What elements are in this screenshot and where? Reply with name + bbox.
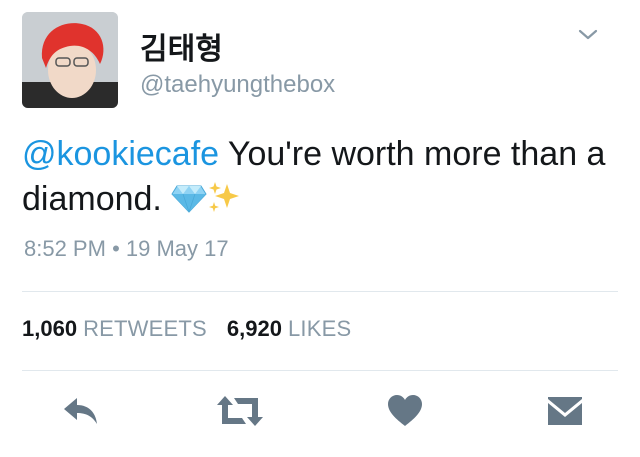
avatar[interactable] bbox=[22, 12, 118, 108]
divider bbox=[22, 370, 618, 371]
tweet-date: 19 May 17 bbox=[125, 236, 229, 261]
retweets-count: 1,060 bbox=[22, 316, 78, 341]
timestamp[interactable]: 8:52 PM • 19 May 17 bbox=[24, 236, 229, 262]
like-icon[interactable] bbox=[386, 394, 424, 433]
retweets-stat[interactable]: 1,060 RETWEETS bbox=[22, 316, 207, 341]
likes-count: 6,920 bbox=[226, 316, 282, 341]
likes-stat[interactable]: 6,920 LIKES bbox=[227, 316, 351, 341]
display-name[interactable]: 김태형 bbox=[140, 24, 223, 68]
user-handle[interactable]: @taehyungthebox bbox=[140, 71, 335, 99]
chevron-down-icon[interactable] bbox=[576, 26, 600, 44]
divider bbox=[22, 291, 618, 292]
sparkles-icon bbox=[207, 180, 241, 226]
retweet-icon[interactable] bbox=[216, 394, 264, 433]
avatar-image bbox=[22, 12, 118, 108]
gem-icon bbox=[171, 181, 207, 226]
tweet-stats: 1,060 RETWEETS 6,920 LIKES bbox=[22, 316, 351, 342]
tweet-time: 8:52 PM bbox=[24, 236, 106, 261]
reply-icon[interactable] bbox=[62, 394, 100, 433]
message-icon[interactable] bbox=[546, 394, 584, 433]
likes-label: LIKES bbox=[287, 316, 352, 341]
timestamp-separator: • bbox=[112, 236, 120, 261]
retweets-label: RETWEETS bbox=[83, 316, 207, 341]
tweet-text: @kookiecafe You're worth more than a dia… bbox=[22, 132, 622, 226]
mention-link[interactable]: @kookiecafe bbox=[22, 135, 219, 173]
